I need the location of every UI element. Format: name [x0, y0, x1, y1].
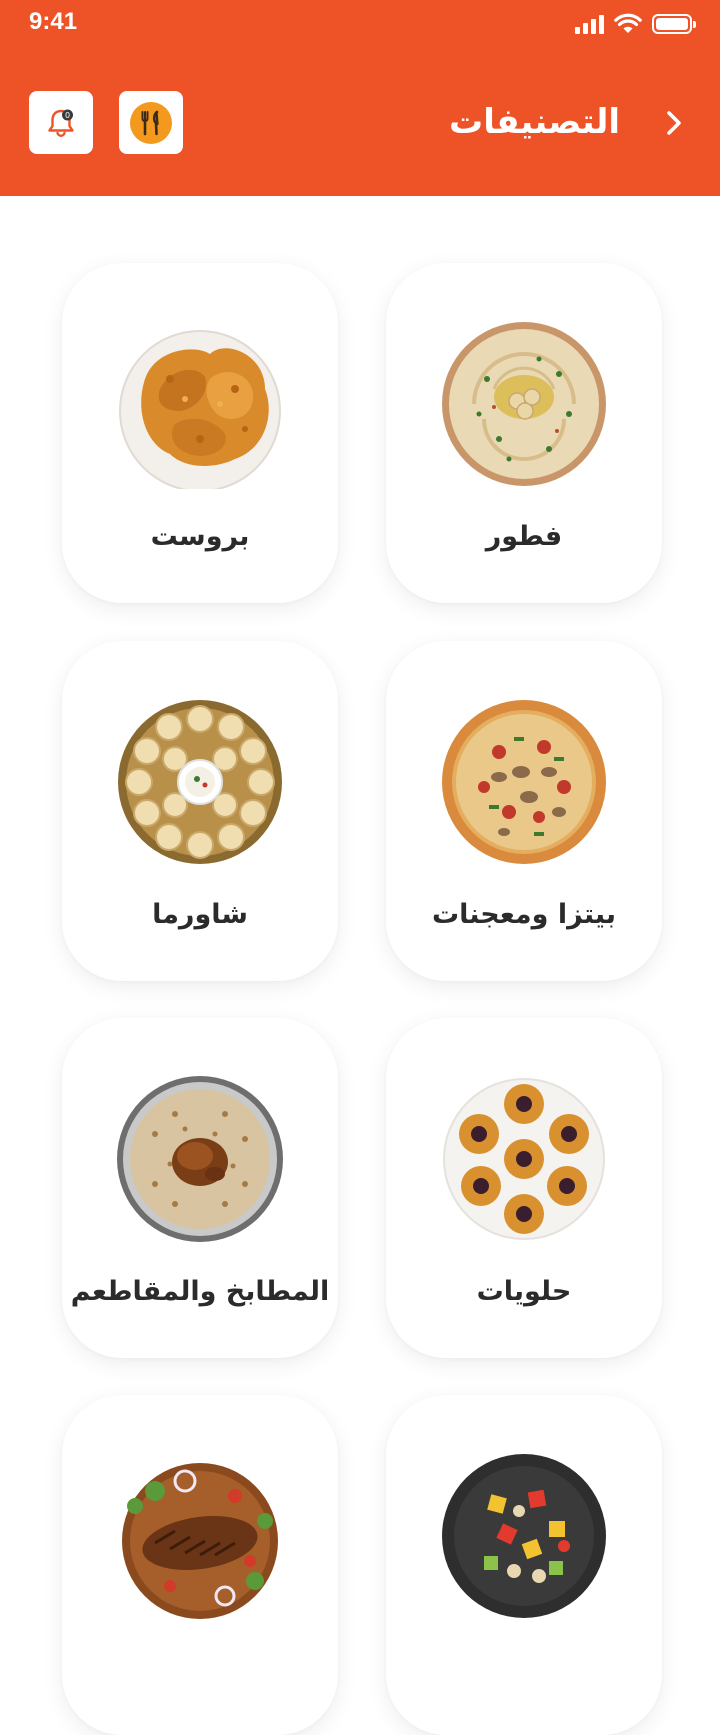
category-card-pizza[interactable]: بيتزا ومعجنات: [386, 641, 662, 981]
shawarma-rolls-platter-icon: [118, 700, 282, 864]
category-card-shawarma[interactable]: شاورما: [62, 641, 338, 981]
category-label: حلويات: [476, 1276, 572, 1307]
sweets-plate-icon: [443, 1078, 605, 1240]
cellular-signal-icon: [575, 14, 604, 34]
top-app-bar: 9:41 0 التصنيفات: [0, 0, 720, 196]
battery-icon: [652, 14, 696, 34]
fried-chicken-plate-icon: [119, 330, 281, 489]
category-card-breakfast[interactable]: فطور: [386, 263, 662, 603]
category-card-kitchens[interactable]: المطابخ والمقاطعم: [62, 1018, 338, 1358]
category-label: شاورما: [152, 899, 248, 930]
wifi-icon: [614, 13, 642, 33]
status-time: 9:41: [29, 8, 78, 35]
bell-icon: 0: [48, 109, 74, 137]
hummus-plate-icon: [442, 322, 606, 486]
category-label: بروست: [150, 521, 250, 552]
fork-knife-icon: [130, 101, 172, 144]
category-label: بيتزا ومعجنات: [431, 899, 617, 930]
category-card-sweets[interactable]: حلويات: [386, 1018, 662, 1358]
category-card-7[interactable]: [386, 1395, 662, 1735]
notification-count-badge: 0: [65, 111, 70, 120]
pizza-icon: [442, 700, 606, 864]
grilled-fish-plate-icon: [122, 1463, 278, 1619]
category-label: فطور: [485, 521, 563, 552]
category-card-broast[interactable]: بروست: [62, 263, 338, 603]
mandi-rice-chicken-icon: [117, 1076, 283, 1242]
page-title: التصنيفات: [449, 102, 620, 142]
notifications-button[interactable]: 0: [29, 91, 93, 154]
status-icons: [575, 13, 696, 35]
category-label: المطابخ والمقاطعم: [70, 1276, 330, 1307]
back-chevron-icon[interactable]: [660, 108, 686, 138]
category-card-8[interactable]: [62, 1395, 338, 1735]
fruit-salad-bowl-icon: [442, 1454, 606, 1618]
restaurant-logo-button[interactable]: [119, 91, 183, 154]
